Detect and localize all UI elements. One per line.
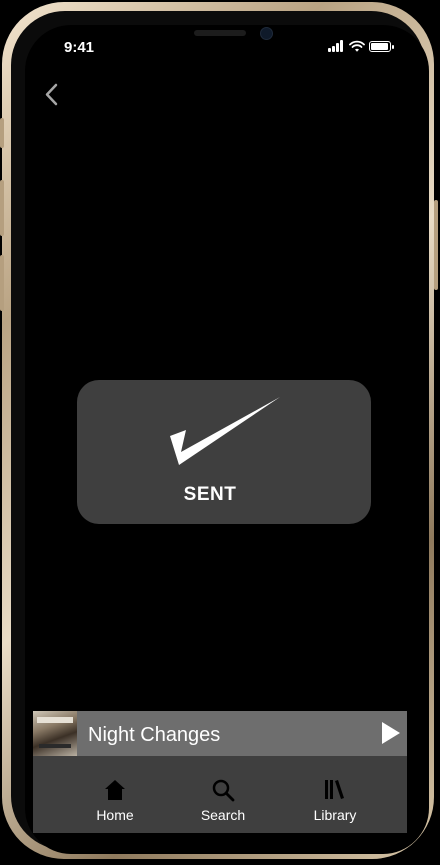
tab-search[interactable]: Search [173,756,273,833]
track-title: Night Changes [88,724,221,746]
checkmark-icon [170,397,280,465]
back-button[interactable] [40,80,66,110]
status-time: 9:41 [64,39,95,56]
album-art [33,711,77,756]
power-button [434,200,438,290]
wifi-icon [349,40,365,52]
play-icon[interactable] [381,721,401,745]
earpiece-speaker [194,30,246,36]
library-icon [325,780,344,799]
tab-label: Search [200,807,246,823]
home-icon [105,780,125,800]
battery-icon [369,41,394,52]
tab-label: Library [313,807,357,823]
front-camera [260,27,273,40]
tab-label: Home [96,807,134,823]
tab-library[interactable]: Library [285,756,385,833]
search-icon [212,779,235,802]
toast-label: SENT [183,484,237,505]
tab-bar: Home Search Library [33,756,407,833]
tab-home[interactable]: Home [65,756,165,833]
signal-icon [328,40,346,52]
now-playing-bar[interactable]: Night Changes [33,711,407,756]
